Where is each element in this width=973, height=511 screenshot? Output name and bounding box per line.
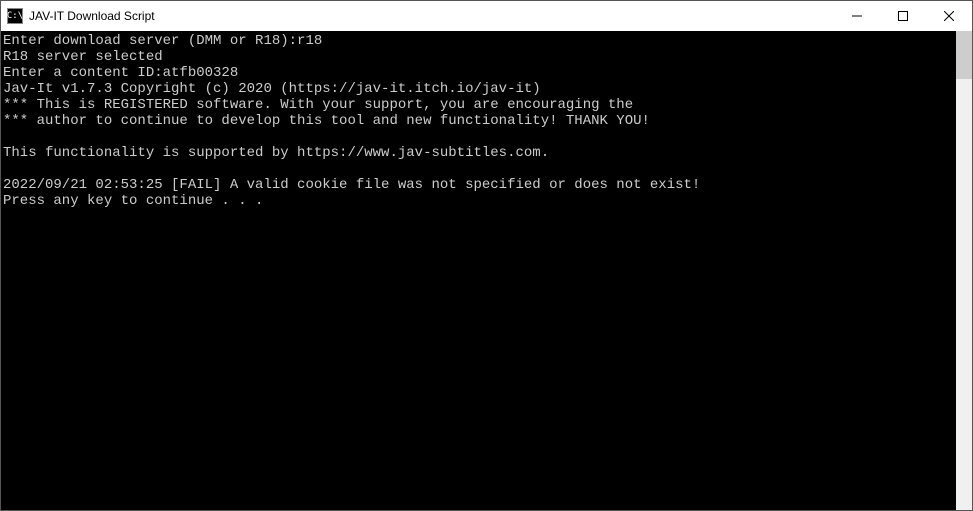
app-icon: C:\ xyxy=(7,8,23,24)
minimize-button[interactable] xyxy=(834,1,880,31)
window-controls xyxy=(834,1,972,31)
minimize-icon xyxy=(852,11,862,21)
content-area: Enter download server (DMM or R18):r18 R… xyxy=(1,31,972,510)
titlebar[interactable]: C:\ JAV-IT Download Script xyxy=(1,1,972,31)
scroll-thumb[interactable] xyxy=(956,31,972,79)
close-icon xyxy=(944,11,954,21)
maximize-button[interactable] xyxy=(880,1,926,31)
maximize-icon xyxy=(898,11,908,21)
scrollbar[interactable] xyxy=(956,31,972,510)
console-output[interactable]: Enter download server (DMM or R18):r18 R… xyxy=(1,31,956,510)
close-button[interactable] xyxy=(926,1,972,31)
window-title: JAV-IT Download Script xyxy=(29,9,155,23)
console-window: C:\ JAV-IT Download Script Enter downloa… xyxy=(0,0,973,511)
